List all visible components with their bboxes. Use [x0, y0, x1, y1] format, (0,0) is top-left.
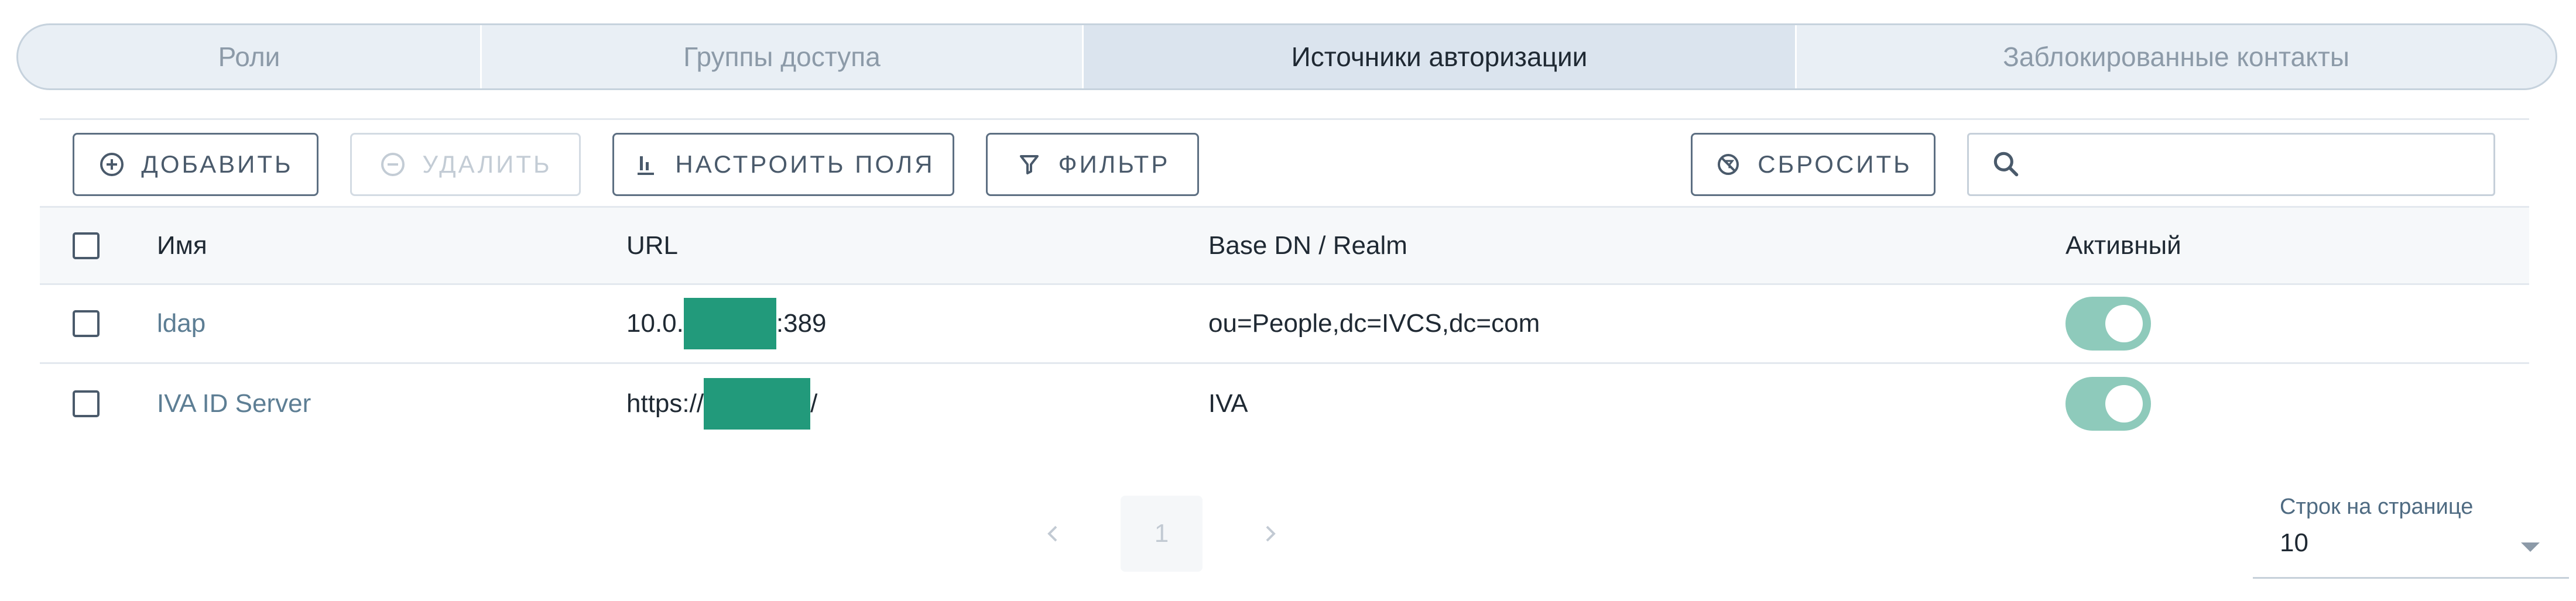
- row-name-link[interactable]: IVA ID Server: [157, 364, 311, 443]
- tab-access-groups[interactable]: Группы доступа: [482, 25, 1084, 88]
- column-header-active[interactable]: Активный: [2065, 208, 2181, 283]
- row-checkbox[interactable]: [73, 390, 100, 417]
- plus-circle-icon: [98, 150, 126, 178]
- row-base-dn: IVA: [1208, 389, 1248, 418]
- add-button-label: Добавить: [141, 150, 293, 178]
- toggle-knob: [2105, 305, 2143, 342]
- toolbar: Добавить Удалить Настроить поля Фильтр С…: [40, 120, 2529, 208]
- row-url: 10.0. :389: [626, 285, 827, 362]
- minus-circle-icon: [379, 150, 407, 178]
- url-suffix: /: [810, 389, 818, 418]
- url-prefix: 10.0.: [626, 309, 684, 338]
- column-header-name[interactable]: Имя: [157, 208, 207, 283]
- chevron-right-icon: [1266, 526, 1276, 542]
- delete-button-label: Удалить: [422, 150, 552, 178]
- tab-roles[interactable]: Роли: [18, 25, 482, 88]
- active-toggle[interactable]: [2065, 376, 2151, 431]
- reset-button[interactable]: Сбросить: [1691, 133, 1936, 196]
- select-all-checkbox[interactable]: [73, 232, 100, 259]
- rows-per-page-value: 10: [2280, 528, 2308, 557]
- search-box: [1967, 133, 2495, 196]
- caret-down-icon: [2521, 542, 2540, 552]
- filter-button-label: Фильтр: [1058, 150, 1170, 178]
- delete-button[interactable]: Удалить: [350, 133, 581, 196]
- redacted-block: [704, 377, 811, 430]
- column-header-base-dn[interactable]: Base DN / Realm: [1208, 208, 1407, 283]
- redacted-block: [683, 298, 776, 349]
- reset-button-label: Сбросить: [1758, 150, 1912, 178]
- table-row[interactable]: IVA ID Server https:// / IVA: [40, 364, 2529, 443]
- pagination: 1: [1023, 496, 1300, 572]
- row-checkbox[interactable]: [73, 310, 100, 337]
- search-icon: [1990, 148, 2023, 181]
- header-checkbox-cell: [73, 208, 100, 283]
- rows-per-page: Строк на странице 10: [2253, 494, 2569, 588]
- table-row[interactable]: ldap 10.0. :389 ou=People,dc=IVCS,dc=com: [40, 285, 2529, 364]
- table-header: Имя URL Base DN / Realm Активный: [40, 208, 2529, 285]
- row-active-cell: [2065, 364, 2151, 443]
- auth-sources-panel: Добавить Удалить Настроить поля Фильтр С…: [40, 118, 2569, 601]
- configure-fields-button[interactable]: Настроить поля: [612, 133, 954, 196]
- configure-fields-label: Настроить поля: [675, 150, 935, 178]
- row-base-dn: ou=People,dc=IVCS,dc=com: [1208, 309, 1540, 338]
- url-suffix: :389: [776, 309, 827, 338]
- tab-auth-sources[interactable]: Источники авторизации: [1084, 25, 1797, 88]
- filter-button[interactable]: Фильтр: [986, 133, 1199, 196]
- prev-page-button[interactable]: [1023, 504, 1082, 563]
- page-number-button[interactable]: 1: [1121, 496, 1203, 572]
- rows-per-page-select[interactable]: 10: [2253, 525, 2569, 579]
- url-prefix: https://: [626, 389, 704, 418]
- bar-columns-icon: [632, 150, 660, 178]
- tab-blocked-contacts[interactable]: Заблокированные контакты: [1797, 25, 2556, 88]
- tab-bar: Роли Группы доступа Источники авторизаци…: [16, 23, 2557, 90]
- toggle-knob: [2105, 384, 2143, 423]
- column-header-url[interactable]: URL: [626, 208, 678, 283]
- row-checkbox-cell: [73, 364, 100, 443]
- row-active-cell: [2065, 285, 2151, 362]
- add-button[interactable]: Добавить: [73, 133, 318, 196]
- rows-per-page-label: Строк на странице: [2280, 494, 2474, 519]
- next-page-button[interactable]: [1241, 504, 1300, 563]
- search-input[interactable]: [2034, 138, 2493, 191]
- active-toggle[interactable]: [2065, 297, 2151, 351]
- filter-off-icon: [1714, 150, 1742, 178]
- row-checkbox-cell: [73, 285, 100, 362]
- row-url: https:// /: [626, 364, 817, 443]
- funnel-icon: [1015, 150, 1043, 178]
- chevron-left-icon: [1047, 526, 1057, 542]
- row-name-link[interactable]: ldap: [157, 285, 205, 362]
